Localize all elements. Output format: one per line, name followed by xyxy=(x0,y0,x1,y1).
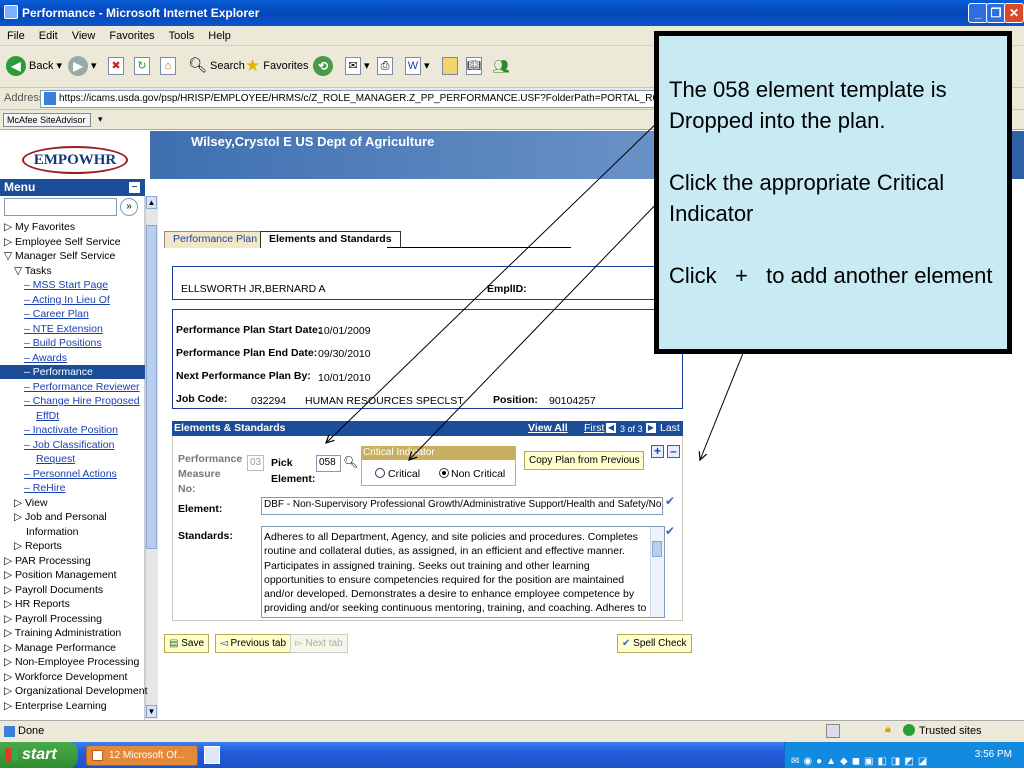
windows-flag-icon xyxy=(5,748,18,761)
taskbar-task-label: 12 Microsoft Of... xyxy=(109,750,186,761)
status-text: Done xyxy=(18,725,45,737)
zone-text: Trusted sites xyxy=(919,725,982,737)
tray-icons[interactable]: ✉◉●▲◆◼▣◧◨◩◪ xyxy=(791,749,931,775)
callout-line-2: Click the appropriate Critical Indicator xyxy=(669,170,945,226)
taskbar-ie-icon[interactable] xyxy=(204,746,220,764)
zone-page-icon xyxy=(826,724,840,738)
office-icon xyxy=(92,750,103,761)
instruction-callout: The 058 element template is Dropped into… xyxy=(654,31,1012,354)
clock: 3:56 PM xyxy=(974,749,1012,760)
start-button[interactable]: start xyxy=(0,742,78,768)
lock-icon: 🔒︎ xyxy=(885,723,891,735)
status-bar: Done 🔒︎ Trusted sites xyxy=(0,720,1024,742)
start-label: start xyxy=(22,746,57,763)
system-tray: ✉◉●▲◆◼▣◧◨◩◪ 3:56 PM xyxy=(784,742,1024,768)
trusted-zone-icon xyxy=(903,724,915,736)
callout-line-1: The 058 element template is Dropped into… xyxy=(669,77,947,133)
taskbar-office-group[interactable]: 12 Microsoft Of... xyxy=(86,745,198,766)
arrow-to-pick-element xyxy=(326,117,663,443)
callout-line-3: Click + to add another element xyxy=(669,263,993,288)
arrow-to-critical-indicator xyxy=(409,197,663,460)
page-done-icon xyxy=(4,726,15,737)
